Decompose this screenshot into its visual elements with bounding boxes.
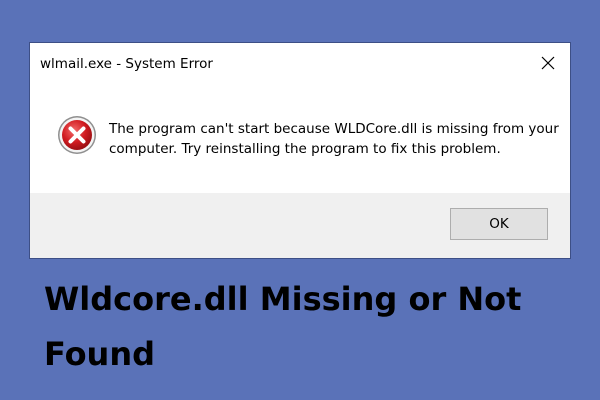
close-button[interactable] [536, 51, 560, 75]
dialog-content: The program can't start because WLDCore.… [30, 85, 570, 193]
error-icon [58, 116, 96, 154]
headline-line-1: Wldcore.dll Missing or Not [44, 280, 522, 318]
error-dialog: wlmail.exe - System Error The program ca… [30, 43, 570, 258]
headline-line-2: Found [44, 335, 156, 373]
close-icon [541, 56, 555, 70]
dialog-title: wlmail.exe - System Error [40, 56, 213, 72]
dialog-footer: OK [30, 193, 570, 258]
page-headline: Wldcore.dll Missing or Not Found [44, 272, 584, 382]
ok-button[interactable]: OK [450, 208, 548, 240]
dialog-titlebar: wlmail.exe - System Error [30, 43, 570, 85]
error-message: The program can't start because WLDCore.… [109, 121, 559, 157]
